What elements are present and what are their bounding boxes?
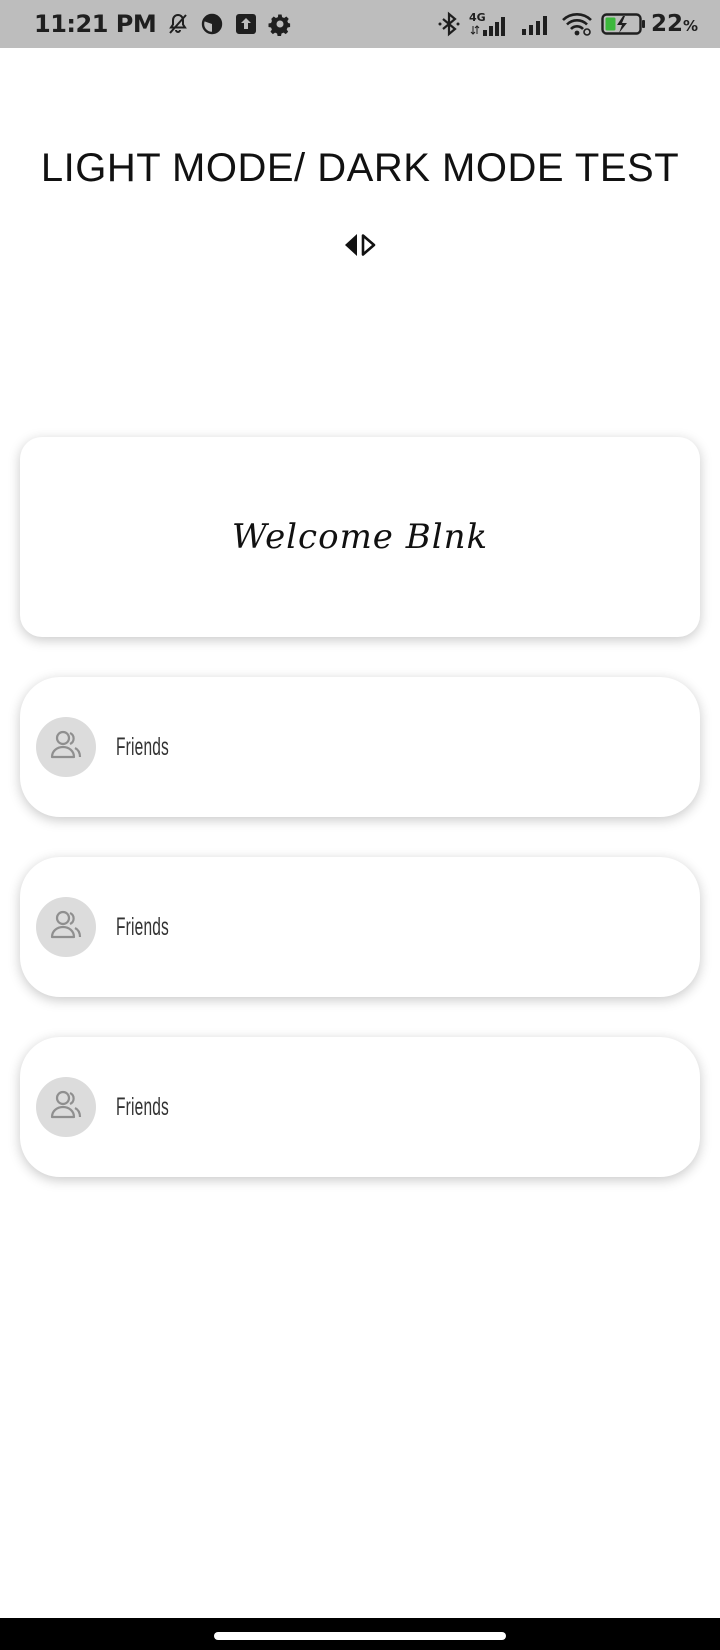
navigation-bar (0, 1618, 720, 1650)
avatar (36, 717, 96, 777)
home-indicator[interactable] (214, 1632, 506, 1640)
list-item-label: Friends (116, 732, 169, 761)
friends-icon (49, 910, 83, 945)
svg-text:4G: 4G (469, 11, 486, 24)
status-right-icons: 4G 22% (437, 10, 698, 38)
avatar (36, 897, 96, 957)
battery: 22% (601, 11, 698, 37)
list-item[interactable]: Friends (20, 857, 700, 997)
signal-icon (521, 12, 553, 36)
friends-icon (49, 1090, 83, 1125)
status-bar: 11:21 PM 4G 22% (0, 0, 720, 48)
battery-percent: 22% (650, 11, 698, 37)
left-right-triangle-icon (342, 232, 378, 263)
list-item[interactable]: Friends (20, 677, 700, 817)
bluetooth-icon (437, 11, 461, 37)
welcome-text: Welcome Blnk (231, 517, 489, 557)
bell-off-icon (166, 12, 190, 36)
wifi-icon (561, 11, 593, 37)
theme-toggle-button[interactable] (340, 232, 380, 262)
page-title: LIGHT MODE/ DARK MODE TEST (40, 146, 680, 190)
status-time: 11:21 PM (34, 10, 157, 38)
data-saver-icon (200, 12, 224, 36)
list-item[interactable]: Friends (20, 1037, 700, 1177)
upload-icon (234, 12, 258, 36)
gear-icon (268, 12, 292, 36)
battery-charging-icon (601, 12, 647, 36)
signal-4g-icon: 4G (469, 10, 513, 38)
status-left-icons (166, 12, 292, 36)
list-item-label: Friends (116, 912, 169, 941)
friends-icon (49, 730, 83, 765)
list-item-label: Friends (116, 1092, 169, 1121)
welcome-card: Welcome Blnk (20, 437, 700, 637)
avatar (36, 1077, 96, 1137)
